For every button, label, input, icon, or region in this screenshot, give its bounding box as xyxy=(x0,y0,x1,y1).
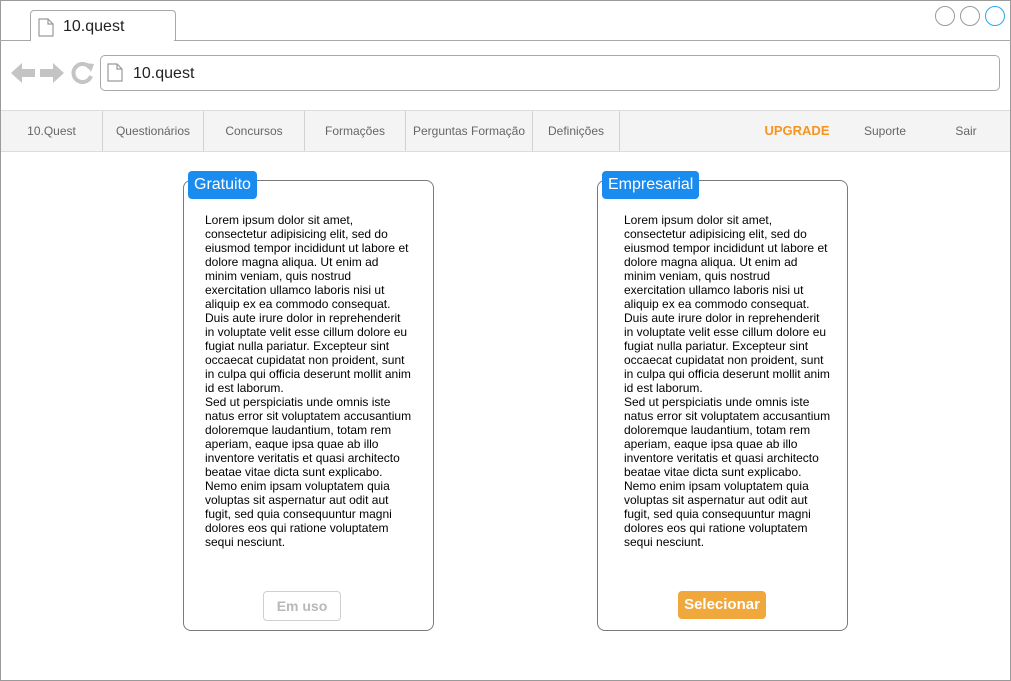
window-minimize-button[interactable] xyxy=(935,6,955,26)
reload-icon[interactable] xyxy=(71,62,95,89)
select-plan-button[interactable]: Selecionar xyxy=(678,591,766,619)
back-arrow-icon[interactable] xyxy=(11,62,35,89)
document-icon xyxy=(107,63,123,87)
address-bar[interactable]: 10.quest xyxy=(100,55,1000,91)
tab-title: 10.quest xyxy=(63,18,125,35)
window-close-button[interactable] xyxy=(985,6,1005,26)
url-text: 10.quest xyxy=(133,65,195,82)
menu-item-home[interactable]: 10.Quest xyxy=(1,111,103,151)
menu-item-formacoes[interactable]: Formações xyxy=(305,111,406,151)
window-maximize-button[interactable] xyxy=(960,6,980,26)
plan-description-empresarial: Lorem ipsum dolor sit amet, consectetur … xyxy=(624,213,831,549)
logout-link[interactable]: Sair xyxy=(916,111,1011,151)
browser-window xyxy=(0,0,1011,681)
browser-tab[interactable]: 10.quest xyxy=(30,10,176,41)
forward-arrow-icon[interactable] xyxy=(40,62,64,89)
menu-item-concursos[interactable]: Concursos xyxy=(204,111,305,151)
plan-badge-gratuito: Gratuito xyxy=(188,171,257,199)
main-menu: 10.Quest Questionários Concursos Formaçõ… xyxy=(1,110,1010,152)
menu-item-definicoes[interactable]: Definições xyxy=(533,111,620,151)
upgrade-link[interactable]: UPGRADE xyxy=(747,111,847,151)
menu-item-perguntas-formacao[interactable]: Perguntas Formação xyxy=(406,111,533,151)
in-use-button: Em uso xyxy=(263,591,341,621)
plan-description-gratuito: Lorem ipsum dolor sit amet, consectetur … xyxy=(205,213,412,549)
menu-item-questionarios[interactable]: Questionários xyxy=(103,111,204,151)
plan-badge-empresarial: Empresarial xyxy=(602,171,700,199)
